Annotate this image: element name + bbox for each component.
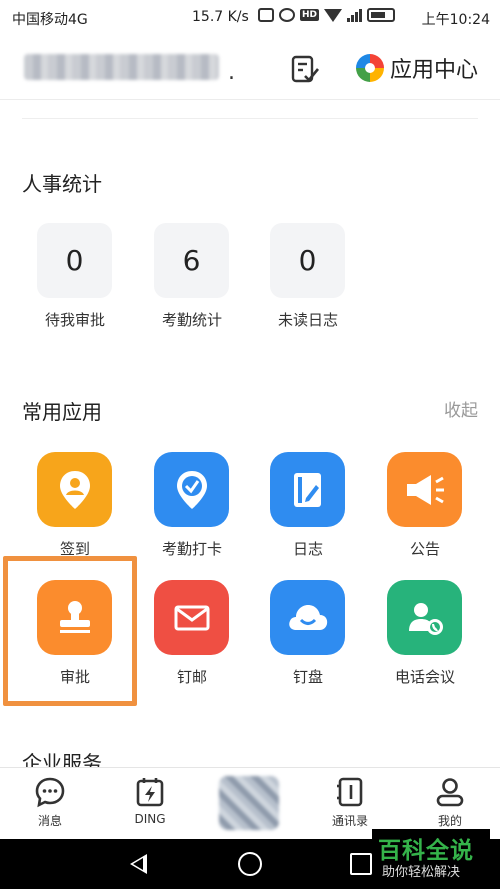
- nav-workbench-blurred[interactable]: [219, 776, 279, 830]
- envelope-icon: [174, 605, 209, 630]
- recent-apps-icon[interactable]: [350, 853, 372, 875]
- hd-icon: HD: [300, 9, 320, 21]
- chat-bubble-icon: [35, 777, 65, 808]
- stat-value: 0: [65, 244, 84, 277]
- stat-label: 未读日志: [277, 311, 338, 329]
- app-label: 日志: [292, 540, 323, 558]
- stat-card-unread-logs[interactable]: 0: [270, 223, 345, 298]
- signal-icon: [347, 8, 363, 22]
- stat-label: 考勤统计: [161, 311, 222, 329]
- common-apps-title: 常用应用: [22, 400, 102, 424]
- organization-name-suffix: .: [228, 60, 235, 85]
- location-pin-icon: [59, 470, 90, 509]
- cloud-icon: [288, 604, 327, 630]
- contacts-book-icon: [337, 777, 363, 807]
- wifi-icon: [324, 8, 343, 22]
- app-label: 公告: [409, 540, 440, 558]
- home-icon[interactable]: [238, 852, 262, 876]
- stat-value: 0: [298, 244, 317, 277]
- watermark: 百科全说 助你轻松解决: [372, 829, 490, 883]
- app-label: 考勤打卡: [161, 540, 222, 558]
- network-speed: 15.7 K/s: [192, 9, 249, 25]
- carrier-label: 中国移动4G: [12, 12, 88, 28]
- collapse-button[interactable]: 收起: [444, 396, 478, 421]
- nav-label: 通讯录: [331, 814, 368, 828]
- app-center-logo-icon: [356, 54, 384, 82]
- app-label: 钉盘: [292, 668, 323, 686]
- app-label: 电话会议: [394, 668, 455, 686]
- app-header: . 应用中心: [0, 34, 500, 100]
- app-center-label: 应用中心: [390, 58, 479, 83]
- enterprise-services-title: 企业服务: [22, 751, 102, 767]
- watermark-title: 百科全说: [378, 838, 474, 864]
- organization-name-blurred[interactable]: [24, 54, 219, 80]
- stat-card-pending-approval[interactable]: 0: [37, 223, 112, 298]
- app-center-button[interactable]: 应用中心: [356, 51, 478, 85]
- nav-label: 我的: [437, 814, 462, 828]
- notebook-pen-icon: [293, 472, 321, 507]
- stat-card-attendance[interactable]: 6: [154, 223, 229, 298]
- clock: 上午10:24: [421, 12, 490, 28]
- app-ding-disk[interactable]: [270, 580, 345, 655]
- location-check-icon: [176, 470, 207, 509]
- app-conference-call[interactable]: [387, 580, 462, 655]
- status-bar: 中国移动4G 15.7 K/s HD 上午10:24: [0, 0, 500, 34]
- divider: [22, 118, 478, 119]
- ding-lightning-icon: [136, 778, 164, 807]
- nav-profile[interactable]: 我的: [410, 776, 490, 829]
- back-icon[interactable]: [130, 854, 147, 874]
- nav-label: 消息: [37, 814, 62, 828]
- todo-checklist-icon[interactable]: [290, 54, 320, 84]
- nav-contacts[interactable]: 通讯录: [310, 776, 390, 829]
- nav-messages[interactable]: 消息: [10, 776, 90, 829]
- status-icons: HD: [258, 8, 396, 22]
- app-label: 钉邮: [176, 668, 207, 686]
- nav-ding[interactable]: DING: [110, 776, 190, 826]
- app-announcement[interactable]: [387, 452, 462, 527]
- app-log[interactable]: [270, 452, 345, 527]
- vibrate-icon: [258, 8, 274, 22]
- battery-icon: [367, 8, 396, 22]
- app-ding-mail[interactable]: [154, 580, 229, 655]
- approval-highlight-box: [3, 556, 137, 706]
- alarm-icon: [279, 8, 295, 22]
- watermark-subtitle: 助你轻松解决: [382, 865, 461, 880]
- stat-value: 6: [182, 244, 201, 277]
- phone-contact-icon: [408, 602, 443, 635]
- megaphone-icon: [406, 474, 444, 505]
- profile-icon: [436, 778, 464, 807]
- hr-stats-title: 人事统计: [22, 172, 102, 196]
- app-checkin[interactable]: [37, 452, 112, 527]
- app-attendance-punch[interactable]: [154, 452, 229, 527]
- nav-label: DING: [134, 812, 166, 826]
- stat-label: 待我审批: [44, 311, 105, 329]
